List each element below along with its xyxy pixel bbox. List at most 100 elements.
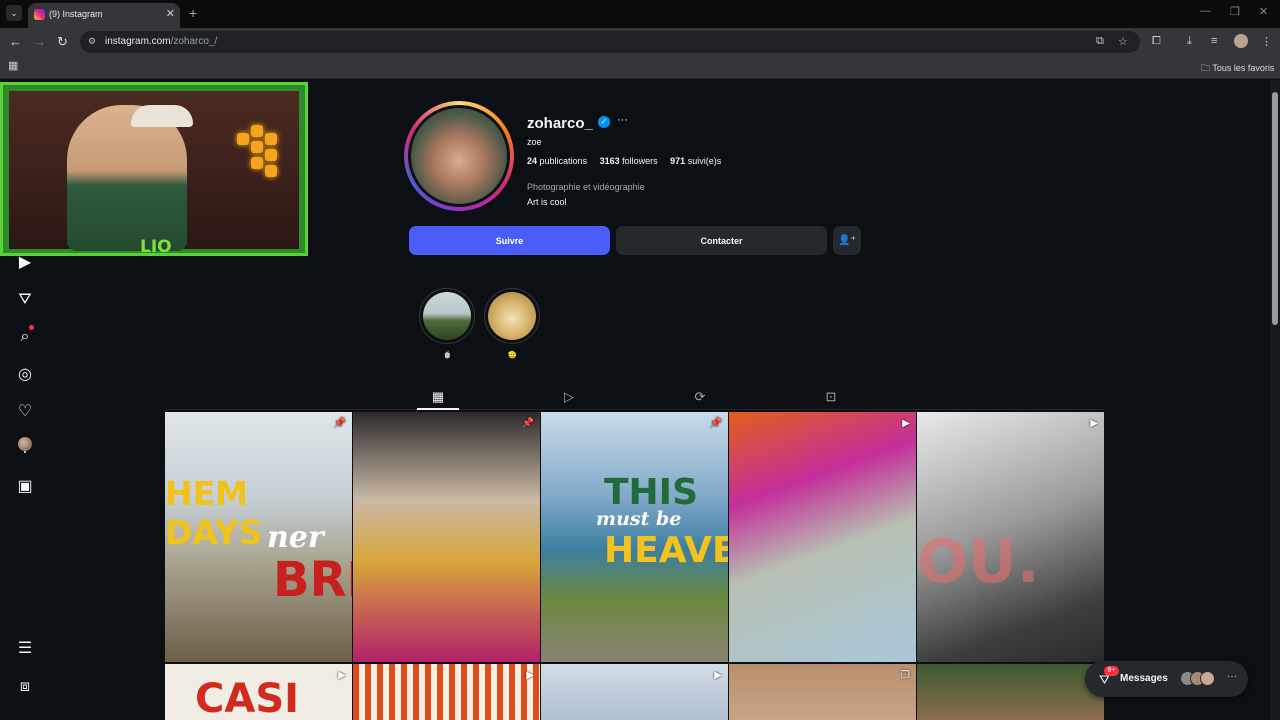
chrome-profile-avatar[interactable] [1234, 34, 1248, 48]
post-text: BREA [273, 552, 352, 608]
posts-grid-icon[interactable]: ▦ [430, 389, 446, 405]
posts-label: publications [539, 156, 588, 166]
browser-tab[interactable]: (9) Instagram ✕ [28, 3, 180, 28]
post-thumbnail[interactable]: ▶ [729, 412, 916, 662]
all-bookmarks-label: Tous les favoris [1212, 63, 1275, 73]
explore-icon[interactable]: ◎ [16, 366, 34, 384]
highlight-1-label: 🍵 [443, 352, 452, 359]
tab-title: (9) Instagram [49, 9, 103, 19]
reel-indicator-icon: ▶ [338, 670, 346, 681]
address-bar[interactable]: ⚙ instagram.com/zoharco_/ ⧉ ☆ [80, 31, 1140, 53]
new-tab-button[interactable]: + [189, 5, 197, 21]
tagged-tab-icon[interactable]: ⊡ [823, 389, 839, 405]
scrollbar-thumb[interactable] [1272, 92, 1278, 325]
post-thumbnail[interactable]: 📌 HEM DAYS ner BREA [165, 412, 352, 662]
reels-icon[interactable]: ▶ [16, 254, 34, 272]
extensions-icon[interactable]: ⧠ [1152, 35, 1161, 48]
follow-button[interactable]: Suivre [409, 226, 610, 255]
highlight-2-cover [488, 292, 536, 340]
following-label[interactable]: suivi(e)s [688, 156, 722, 166]
post-text: THIS [604, 472, 699, 513]
profile-username: zoharco_ [527, 115, 593, 132]
bookmark-star-icon[interactable]: ☆ [1118, 35, 1128, 48]
post-thumbnail[interactable]: ▶ [541, 664, 728, 720]
post-thumbnail[interactable]: 📌 THIS must be HEAVEN [541, 412, 728, 662]
filter-icon[interactable]: ⛛ [16, 291, 34, 309]
post-thumbnail[interactable]: ▶ [353, 664, 540, 720]
window-close-icon[interactable]: ✕ [1259, 5, 1268, 18]
post-thumbnail[interactable]: ▶ CASI [165, 664, 352, 720]
dashboard-icon[interactable]: ▣ [16, 478, 34, 496]
verified-badge-icon: ✓ [598, 116, 610, 128]
browser-toolbar: ← → ↻ ⚙ instagram.com/zoharco_/ ⧉ ☆ ⧠ ⤓ … [0, 28, 1280, 56]
profile-avatar[interactable] [18, 437, 32, 451]
reposts-tab-icon[interactable]: ⟳ [692, 389, 708, 405]
browser-tab-bar: ⌄ (9) Instagram ✕ + — ❐ ✕ [0, 0, 1280, 28]
forward-icon[interactable]: → [33, 34, 46, 49]
reels-tab-icon[interactable]: ▷ [561, 389, 577, 405]
apps-grid-icon[interactable]: ▦ [8, 61, 19, 72]
hex-light [251, 157, 263, 169]
reel-indicator-icon: ▶ [714, 670, 722, 681]
tab-search-button[interactable]: ⌄ [6, 5, 22, 21]
suggested-users-button[interactable]: 👤⁺ [833, 226, 861, 255]
restore-icon[interactable]: ❐ [1230, 5, 1240, 18]
hex-light [237, 133, 249, 145]
reload-icon[interactable]: ↻ [57, 34, 68, 50]
url-path: /zoharco_/ [170, 36, 218, 47]
contact-button[interactable]: Contacter [616, 226, 827, 255]
posts-count: 24 [527, 156, 538, 166]
followers-label[interactable]: followers [622, 156, 658, 166]
hex-light [251, 125, 263, 137]
menu-icon[interactable]: ☰ [16, 640, 34, 658]
profile-picture[interactable] [408, 105, 510, 207]
followers-count[interactable]: 3163 [600, 156, 620, 166]
more-options-icon[interactable]: ··· [617, 114, 628, 126]
post-thumbnail[interactable]: 📌 [353, 412, 540, 662]
post-thumbnail[interactable]: ▶ OU. [917, 412, 1104, 662]
media-control-icon[interactable]: ≡ [1211, 35, 1217, 47]
streamer-cap [131, 105, 193, 127]
site-info-icon[interactable]: ⚙ [88, 36, 99, 47]
webcam-overlay: LIO [0, 82, 308, 256]
hex-light [265, 149, 277, 161]
highlight-2-label: 🫡 [508, 352, 517, 359]
following-count[interactable]: 971 [670, 156, 685, 166]
post-thumbnail[interactable]: ❐ [729, 664, 916, 720]
back-icon[interactable]: ← [9, 34, 22, 49]
display-name: zoe [527, 137, 542, 147]
post-thumbnail[interactable]: ▶ [917, 664, 1104, 720]
conversation-avatar [1200, 671, 1215, 686]
bookmarks-bar: ▦ 🗀 Tous les favoris [0, 56, 1280, 79]
highlight-1-cover [423, 292, 471, 340]
hex-light [265, 165, 277, 177]
heart-icon[interactable]: ♡ [16, 403, 34, 421]
url-host: instagram.com [105, 36, 171, 47]
reel-indicator-icon: ▶ [1090, 418, 1098, 429]
profile-stats: 24 publications 3163 followers 971 suivi… [527, 156, 721, 166]
highlight-2[interactable] [484, 288, 540, 344]
url-text: instagram.com/zoharco_/ [105, 36, 217, 47]
highlight-1[interactable] [419, 288, 475, 344]
webcam-feed [9, 91, 299, 251]
instagram-favicon-icon [34, 9, 45, 20]
post-text: OU. [917, 527, 1040, 597]
apps-icon[interactable]: ⧈ [16, 678, 34, 696]
messages-button[interactable]: ⛛ 9+ Messages ··· [1085, 661, 1248, 697]
downloads-icon[interactable]: ⤓ [1187, 35, 1192, 48]
post-text: must be [596, 508, 682, 530]
reel-indicator-icon: ▶ [526, 670, 534, 681]
post-text: CASI [195, 676, 300, 720]
install-app-icon[interactable]: ⧉ [1096, 35, 1104, 48]
close-tab-icon[interactable]: ✕ [166, 7, 175, 20]
webcam-logo: LIO [140, 237, 172, 256]
chrome-menu-icon[interactable]: ⋮ [1261, 35, 1272, 48]
messages-badge: 9+ [1104, 666, 1119, 676]
all-bookmarks-folder[interactable]: 🗀 Tous les favoris [1201, 61, 1274, 77]
search-icon[interactable]: ⌕ [16, 328, 34, 346]
post-text: ner [267, 520, 324, 555]
minimize-icon[interactable]: — [1200, 5, 1211, 17]
profile-category: Photographie et vidéographie [527, 182, 645, 192]
pinned-icon: 📌 [333, 418, 346, 429]
messages-more-icon[interactable]: ··· [1227, 671, 1237, 682]
